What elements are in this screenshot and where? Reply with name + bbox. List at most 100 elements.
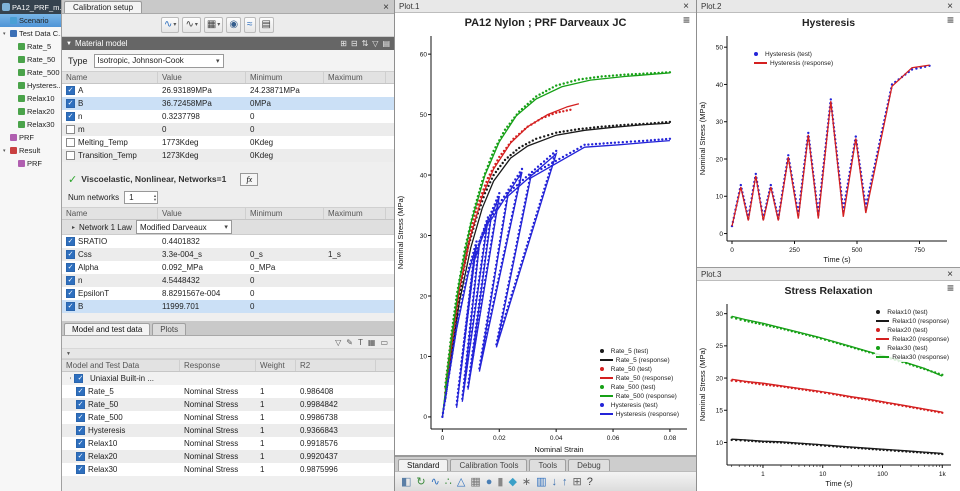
checkbox[interactable]: ✓ <box>66 263 75 272</box>
column-header[interactable]: Value <box>158 72 246 83</box>
column-header[interactable]: Model and Test Data <box>62 360 180 371</box>
droplet-icon[interactable]: ◆ <box>508 475 516 489</box>
sphere-icon[interactable]: ● <box>486 475 493 489</box>
tree-item-scenario[interactable]: Scenario <box>0 14 61 27</box>
tab-model-and-test-data[interactable]: Model and test data <box>64 323 151 335</box>
spinner-arrows-icon[interactable]: ▴ ▾ <box>154 193 157 202</box>
param-min[interactable]: 0Kdeg <box>246 138 324 147</box>
tree-item-rate-50[interactable]: Rate_50 <box>0 53 61 66</box>
list-icon[interactable]: ▤ <box>382 39 390 48</box>
param-row-transition_temp[interactable]: Transition_Temp 1273Kdeg 0Kdeg <box>62 149 394 162</box>
tree-item-rate-500[interactable]: Rate_500 <box>0 66 61 79</box>
param-value[interactable]: 8.8291567e-004 <box>158 289 246 298</box>
checkbox[interactable]: ✓ <box>76 413 85 422</box>
tree-item-relax20[interactable]: Relax20 <box>0 105 61 118</box>
plot-update-icon[interactable]: ∿ <box>431 475 440 489</box>
sort-icon[interactable]: ⇅ <box>362 39 369 48</box>
param-row-sratio[interactable]: ✓ SRATIO 0.4401832 <box>62 235 394 248</box>
import-icon[interactable]: ↑ <box>562 475 568 489</box>
test-data-row-relax30[interactable]: ✓ Relax30 Nominal Stress 1 0.9875996 <box>62 463 394 476</box>
expand-icon[interactable]: ▾ <box>3 148 8 154</box>
weight-cell[interactable]: 1 <box>256 413 296 422</box>
expand-all-icon[interactable]: ⊞ <box>340 39 347 48</box>
param-value[interactable]: 11999.701 <box>158 302 246 311</box>
text-icon[interactable]: T <box>358 338 363 347</box>
weight-cell[interactable]: 1 <box>256 465 296 474</box>
collapse-all-icon[interactable]: ⊟ <box>351 39 358 48</box>
test-data-row-hysteresis[interactable]: ✓ Hysteresis Nominal Stress 1 0.9366843 <box>62 424 394 437</box>
param-value[interactable]: 1273Kdeg <box>158 151 246 160</box>
param-row-melting_temp[interactable]: Melting_Temp 1773Kdeg 0Kdeg <box>62 136 394 149</box>
column-header[interactable]: Minimum <box>246 72 324 83</box>
recalibrate-icon[interactable]: ↻ <box>416 475 425 489</box>
histogram-icon[interactable]: ▥ <box>536 475 546 489</box>
close-icon[interactable]: × <box>944 1 956 12</box>
export-icon[interactable]: ↓ <box>552 475 558 489</box>
param-min[interactable]: 24.23871MPa <box>246 86 324 95</box>
param-value[interactable]: 4.5448432 <box>158 276 246 285</box>
checkbox[interactable]: ✓ <box>66 276 75 285</box>
checkbox[interactable]: ✓ <box>66 250 75 259</box>
param-min[interactable]: 0 <box>246 125 324 134</box>
material-model-section-header[interactable]: ▼ Material model ⊞ ⊟ ⇅ ▽ ▤ <box>62 37 394 50</box>
close-icon[interactable]: × <box>680 1 692 12</box>
tab-calibration-setup[interactable]: Calibration setup <box>64 1 143 13</box>
cube-icon[interactable]: ◧ <box>401 475 411 489</box>
weight-cell[interactable]: 1 <box>256 426 296 435</box>
column-header[interactable]: Name <box>62 72 158 83</box>
test-data-row-rate_5[interactable]: ✓ Rate_5 Nominal Stress 1 0.986408 <box>62 385 394 398</box>
param-value[interactable]: 26.93189MPa <box>158 86 246 95</box>
checkbox[interactable] <box>66 138 75 147</box>
param-row-css[interactable]: ✓ Css 3.3e-004_s 0_s 1_s <box>62 248 394 261</box>
columns-icon[interactable]: ▦ <box>368 338 376 347</box>
param-min[interactable]: 0 <box>246 112 324 121</box>
param-value[interactable]: 0.3237798 <box>158 112 246 121</box>
param-min[interactable]: 0 <box>246 302 324 311</box>
weight-cell[interactable]: 1 <box>256 452 296 461</box>
column-header[interactable]: Minimum <box>246 208 324 219</box>
network-law-select[interactable]: Modified Darveaux ▾ <box>135 220 232 234</box>
chart-style-button[interactable]: ▦ ▾ <box>203 17 224 33</box>
tree-item-prf[interactable]: PRF <box>0 131 61 144</box>
network-law-row[interactable]: ▸ Network 1 Law Modified Darveaux ▾ <box>62 220 394 235</box>
param-value[interactable]: 0.092_MPa <box>158 263 246 272</box>
filter-icon[interactable]: ▽ <box>372 39 378 48</box>
checkbox[interactable]: ✓ <box>66 112 75 121</box>
material-sphere-icon[interactable]: ◉ <box>226 17 242 33</box>
checkbox[interactable]: ✓ <box>76 426 85 435</box>
edit-icon[interactable]: ✎ <box>346 338 353 347</box>
param-row-b[interactable]: ✓ B 11999.701 0 <box>62 300 394 313</box>
gear-icon[interactable]: ∗ <box>522 475 531 489</box>
checkbox[interactable]: ✓ <box>76 387 85 396</box>
weight-cell[interactable]: 1 <box>256 439 296 448</box>
checkbox[interactable]: ✓ <box>66 237 75 246</box>
column-header[interactable]: Value <box>158 208 246 219</box>
tab-plots[interactable]: Plots <box>152 323 187 335</box>
tree-item-result[interactable]: ▾ Result <box>0 144 61 157</box>
material-type-select[interactable]: Isotropic, Johnson-Cook ▾ <box>93 53 224 68</box>
tree-item-test-data-c-[interactable]: ▾ Test Data C... <box>0 27 61 40</box>
expand-icon[interactable]: ▾ <box>66 376 71 382</box>
cylinder-icon[interactable]: ▮ <box>497 475 503 489</box>
param-row-n[interactable]: ✓ n 0.3237798 0 <box>62 110 394 123</box>
param-min[interactable]: 0Kdeg <box>246 151 324 160</box>
checkbox[interactable]: ✓ <box>74 374 83 383</box>
column-header[interactable]: Weight <box>256 360 296 371</box>
param-value[interactable]: 0 <box>158 125 246 134</box>
line-chart-icon[interactable]: △ <box>457 475 465 489</box>
collapse-icon[interactable]: ▼ <box>66 41 72 47</box>
tab-calibration-tools[interactable]: Calibration Tools <box>450 459 528 471</box>
param-min[interactable]: 0 <box>246 289 324 298</box>
column-header[interactable]: R2 <box>296 360 376 371</box>
filter-icon[interactable]: ▽ <box>335 338 341 347</box>
param-min[interactable]: 0_MPa <box>246 263 324 272</box>
wave-icon[interactable]: ≈ <box>244 17 256 33</box>
grid-icon[interactable]: ⊞ <box>573 475 582 489</box>
checkbox[interactable] <box>66 125 75 134</box>
tree-item-relax10[interactable]: Relax10 <box>0 92 61 105</box>
mesh-cube-icon[interactable]: ▦ <box>470 475 480 489</box>
collapse-strip[interactable]: ▼ <box>62 349 394 359</box>
param-row-m[interactable]: m00 <box>62 123 394 136</box>
expand-icon[interactable]: ▸ <box>72 224 75 231</box>
param-max[interactable]: 1_s <box>324 250 386 259</box>
